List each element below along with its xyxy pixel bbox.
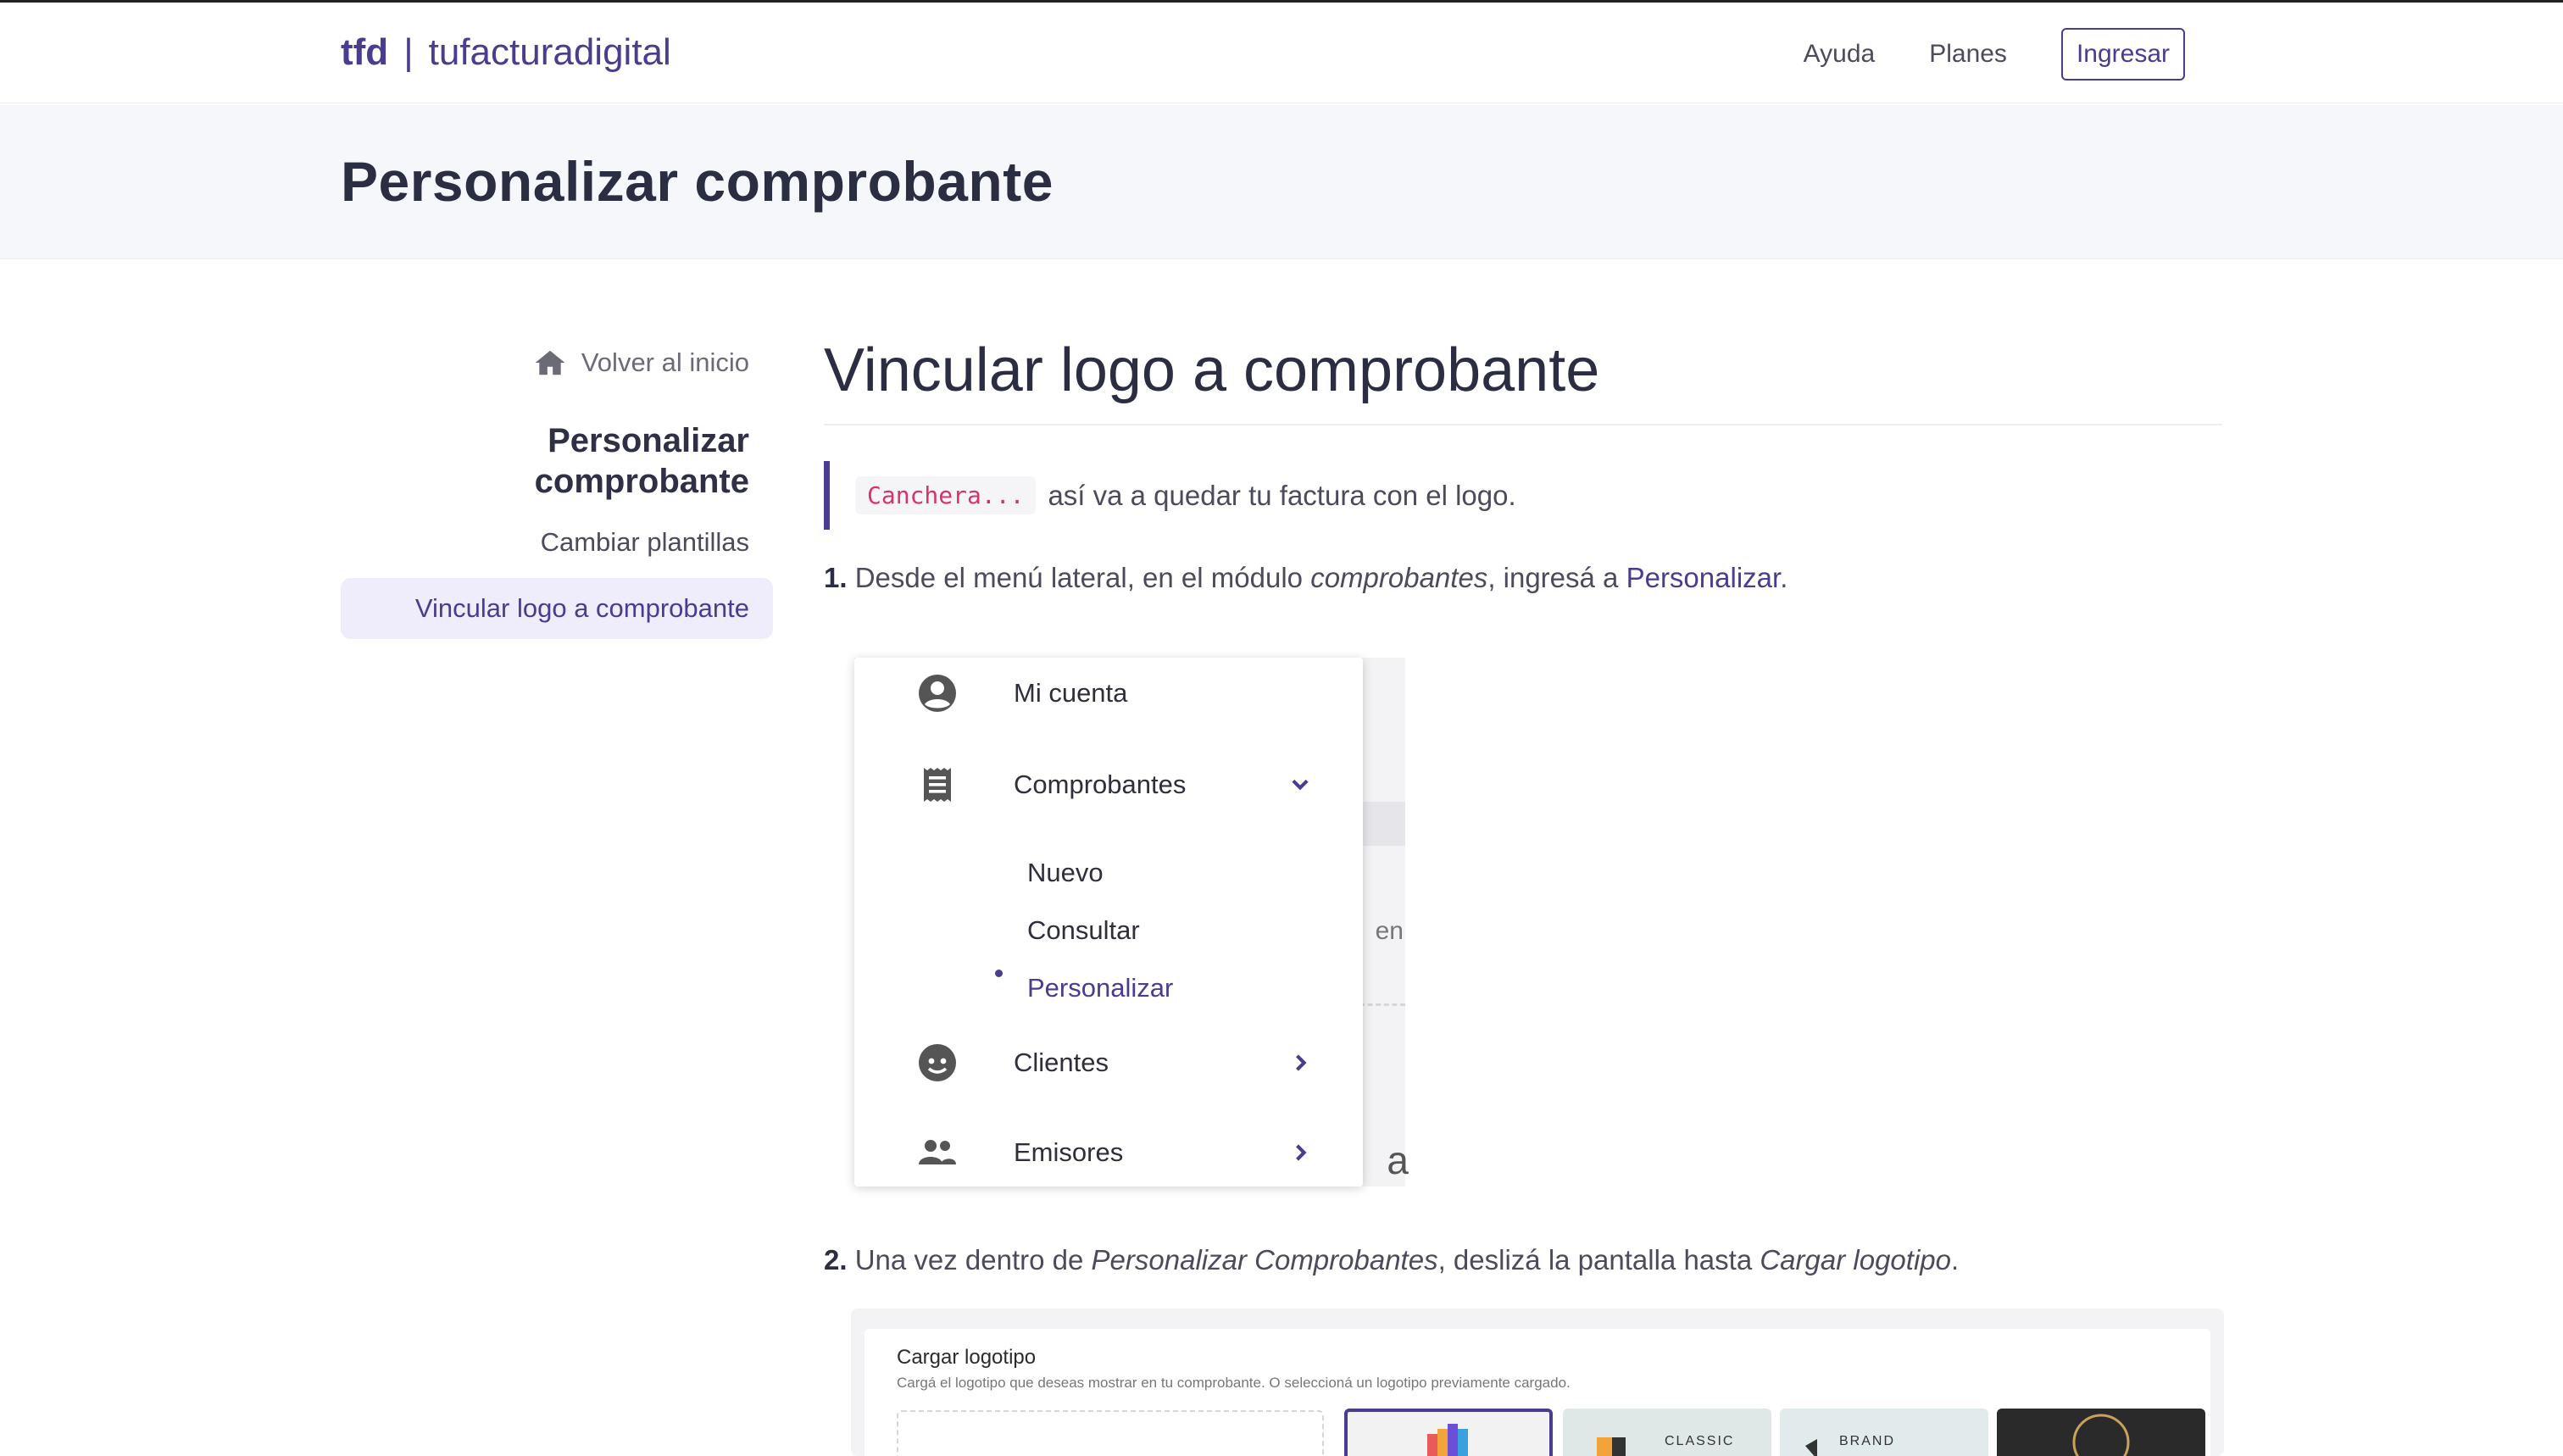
article-title: Vincular logo a comprobante <box>824 336 2222 425</box>
logo-thumbnail-classic: CLASSIC <box>1563 1409 1771 1456</box>
menu-item-vouchers: Comprobantes <box>854 759 1363 810</box>
active-dot <box>995 970 1003 977</box>
home-icon <box>535 350 565 375</box>
face-icon <box>919 1044 956 1081</box>
sidebar-section-title-line2: comprobante <box>534 463 749 500</box>
sidebar-section-title-line1: Personalizar <box>548 422 749 459</box>
menu-item-label: Clientes <box>1014 1048 1109 1077</box>
article-content: Vincular logo a comprobante Canchera... … <box>824 336 2222 594</box>
logo-upload-screenshot: Cargar logotipo Cargá el logotipo que de… <box>851 1309 2224 1456</box>
submenu-item-consult: Consultar <box>1027 915 1140 945</box>
blockquote-text: así va a quedar tu factura con el logo. <box>1048 479 1516 511</box>
logo-thumbnail-brand: BRAND <box>1780 1409 1988 1456</box>
menu-item-label: Comprobantes <box>1014 770 1187 799</box>
back-home-link[interactable]: Volver al inicio <box>341 347 773 378</box>
logo-thumbnail-dark <box>1997 1409 2205 1456</box>
step-2-emphasis-1: Personalizar Comprobantes <box>1091 1244 1438 1275</box>
chevron-down-icon <box>1292 779 1309 791</box>
nav-help-link[interactable]: Ayuda <box>1804 40 1876 69</box>
brand-logo[interactable]: tfd | tufacturadigital <box>341 31 671 74</box>
sidebar-item-link-logo[interactable]: Vincular logo a comprobante <box>341 578 773 639</box>
circle-logo-icon <box>2072 1414 2130 1456</box>
classic-caption: CLASSIC <box>1665 1434 1735 1448</box>
step-1-number: 1. <box>824 562 848 593</box>
people-icon <box>919 1140 956 1164</box>
upload-logo-description: Cargá el logotipo que deseas mostrar en … <box>897 1375 1571 1391</box>
inline-code: Canchera... <box>855 476 1037 514</box>
background-text: en <box>1375 917 1404 945</box>
menu-item-label: Emisores <box>1014 1137 1124 1167</box>
step-1-personalize-link[interactable]: Personalizar <box>1626 562 1781 593</box>
login-button[interactable]: Ingresar <box>2060 28 2185 81</box>
step-1: 1. Desde el menú lateral, en el módulo c… <box>824 562 2222 594</box>
submenu-item-personalize: Personalizar <box>1027 973 1174 1003</box>
page-hero: Personalizar comprobante <box>0 105 2563 259</box>
step-2-text-a: Una vez dentro de <box>854 1244 1084 1275</box>
step-1-emphasis: comprobantes <box>1310 562 1488 593</box>
nav-plans-link[interactable]: Planes <box>1929 40 2007 69</box>
menu-item-issuers: Emisores <box>854 1127 1363 1178</box>
side-menu: Mi cuenta Comprobantes Nuevo Consultar P… <box>854 658 1363 1186</box>
menu-item-label: Mi cuenta <box>1014 678 1128 708</box>
menu-item-my-account: Mi cuenta <box>854 668 1363 719</box>
step-2: 2. Una vez dentro de Personalizar Compro… <box>824 1244 1959 1276</box>
page-title: Personalizar comprobante <box>341 150 1054 213</box>
main-nav: Ayuda Planes Ingresar <box>1804 28 2185 81</box>
top-navbar: tfd | tufacturadigital Ayuda Planes Ingr… <box>0 0 2563 103</box>
back-home-label: Volver al inicio <box>581 347 749 377</box>
brand-name: tufacturadigital <box>428 31 671 73</box>
receipt-icon <box>924 768 951 802</box>
blockquote: Canchera... así va a quedar tu factura c… <box>824 461 2222 530</box>
chevron-right-icon <box>1296 1144 1307 1161</box>
step-1-text-c: . <box>1780 562 1788 593</box>
step-2-emphasis-2: Cargar logotipo <box>1760 1244 1951 1275</box>
menu-item-clients: Clientes <box>854 1037 1363 1088</box>
colorful-logo-icon <box>1427 1424 1468 1456</box>
step-2-text-c: . <box>1950 1244 1960 1275</box>
upload-logo-title: Cargar logotipo <box>897 1346 1037 1369</box>
logo-thumbnail-selected <box>1344 1409 1553 1456</box>
step-1-text-b: , ingresá a <box>1487 562 1619 593</box>
upload-logo-card: Cargar logotipo Cargá el logotipo que de… <box>865 1329 2210 1456</box>
step-1-text-a: Desde el menú lateral, en el módulo <box>854 562 1304 593</box>
brand-caption: BRAND <box>1839 1434 1896 1448</box>
menu-screenshot: en a Mi cuenta Comprobantes Nuevo Consul… <box>854 658 1409 1186</box>
submenu-item-new: Nuevo <box>1027 858 1104 887</box>
background-heading-fragment: a <box>1387 1138 1409 1182</box>
account-circle-icon <box>919 675 956 712</box>
docs-sidebar: Volver al inicio Personalizar comprobant… <box>341 347 773 639</box>
upload-dropzone <box>897 1410 1324 1456</box>
brand-separator: | <box>403 31 414 73</box>
sidebar-section-title: Personalizar comprobante <box>341 420 773 502</box>
step-2-number: 2. <box>824 1244 848 1275</box>
background-divider <box>1359 1003 1405 1006</box>
step-2-text-b: , deslizá la pantalla hasta <box>1437 1244 1753 1275</box>
chevron-right-icon <box>1296 1054 1307 1071</box>
sidebar-item-change-templates[interactable]: Cambiar plantillas <box>341 527 773 558</box>
brand-short: tfd <box>341 31 389 73</box>
